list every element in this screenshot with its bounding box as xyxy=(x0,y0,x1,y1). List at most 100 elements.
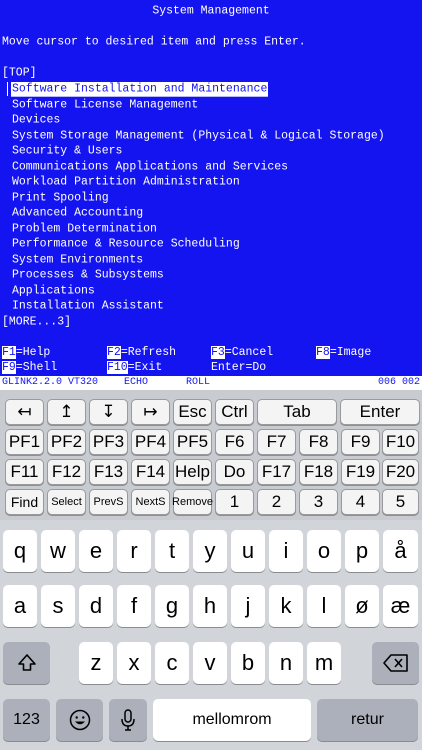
arrow-up-key[interactable]: ↥ xyxy=(47,399,86,425)
tab-key[interactable]: Tab xyxy=(257,399,337,425)
enter-key[interactable]: Enter xyxy=(340,399,420,425)
key-k[interactable]: k xyxy=(269,585,303,627)
arrow-left-key[interactable]: ↤ xyxy=(5,399,44,425)
key-l[interactable]: l xyxy=(307,585,341,627)
key-o-slash[interactable]: ø xyxy=(345,585,379,627)
digit-2-key[interactable]: 2 xyxy=(257,489,296,515)
key-q[interactable]: q xyxy=(3,530,37,572)
menu-item-processes-subsystems[interactable]: Processes & Subsystems xyxy=(12,268,164,283)
return-key[interactable]: retur xyxy=(317,699,418,741)
digit-1-key[interactable]: 1 xyxy=(215,489,254,515)
key-z[interactable]: z xyxy=(79,642,113,684)
menu-item-print-spooling[interactable]: Print Spooling xyxy=(12,191,109,206)
key-v[interactable]: v xyxy=(193,642,227,684)
backspace-key[interactable] xyxy=(372,642,419,684)
key-o[interactable]: o xyxy=(307,530,341,572)
key-c[interactable]: c xyxy=(155,642,189,684)
fkey-shell[interactable]: F9=Shell xyxy=(2,361,57,375)
f9-key[interactable]: F9 xyxy=(341,429,380,455)
key-u[interactable]: u xyxy=(231,530,265,572)
fkey-exit[interactable]: F10=Exit xyxy=(107,361,162,375)
do-key[interactable]: Do xyxy=(215,459,254,485)
key-h[interactable]: h xyxy=(193,585,227,627)
pf3-key[interactable]: PF3 xyxy=(89,429,128,455)
f17-key[interactable]: F17 xyxy=(257,459,296,485)
key-m[interactable]: m xyxy=(307,642,341,684)
arrow-right-key[interactable]: ↦ xyxy=(131,399,170,425)
f12-key[interactable]: F12 xyxy=(47,459,86,485)
pf4-key[interactable]: PF4 xyxy=(131,429,170,455)
key-a-ring[interactable]: å xyxy=(383,530,418,572)
space-key[interactable]: mellomrom xyxy=(153,699,311,741)
next-screen-key[interactable]: NextS xyxy=(131,489,170,515)
key-e[interactable]: e xyxy=(79,530,113,572)
f13-key[interactable]: F13 xyxy=(89,459,128,485)
f11-key[interactable]: F11 xyxy=(5,459,44,485)
f14-key[interactable]: F14 xyxy=(131,459,170,485)
key-ae[interactable]: æ xyxy=(383,585,418,627)
f8-key[interactable]: F8 xyxy=(299,429,338,455)
emoji-key[interactable] xyxy=(56,699,103,741)
key-f[interactable]: f xyxy=(117,585,151,627)
f10-key[interactable]: F10 xyxy=(382,429,419,455)
digit-3-key[interactable]: 3 xyxy=(299,489,338,515)
ctrl-key[interactable]: Ctrl xyxy=(215,399,254,425)
remove-key[interactable]: Remove xyxy=(172,489,213,515)
terminal-screen[interactable]: System Management Move cursor to desired… xyxy=(0,0,422,376)
fkey-enter-do[interactable]: Enter=Do xyxy=(211,361,266,375)
pf5-key[interactable]: PF5 xyxy=(173,429,212,455)
fkey-label: =Exit xyxy=(127,361,163,374)
key-n[interactable]: n xyxy=(269,642,303,684)
f18-key[interactable]: F18 xyxy=(299,459,338,485)
menu-item-communications[interactable]: Communications Applications and Services xyxy=(12,160,288,175)
key-i[interactable]: i xyxy=(269,530,303,572)
digit-4-key[interactable]: 4 xyxy=(341,489,380,515)
key-y[interactable]: y xyxy=(193,530,227,572)
menu-item-applications[interactable]: Applications xyxy=(12,284,95,299)
menu-item-devices[interactable]: Devices xyxy=(12,113,60,128)
pf2-key[interactable]: PF2 xyxy=(47,429,86,455)
key-r[interactable]: r xyxy=(117,530,151,572)
find-key[interactable]: Find xyxy=(5,489,44,515)
f20-key[interactable]: F20 xyxy=(382,459,419,485)
f7-key[interactable]: F7 xyxy=(257,429,296,455)
key-d[interactable]: d xyxy=(79,585,113,627)
key-g[interactable]: g xyxy=(155,585,189,627)
menu-item-performance-scheduling[interactable]: Performance & Resource Scheduling xyxy=(12,237,240,252)
key-b[interactable]: b xyxy=(231,642,265,684)
digit-5-key[interactable]: 5 xyxy=(382,489,419,515)
fkey-number: F1 xyxy=(2,346,16,359)
key-j[interactable]: j xyxy=(231,585,265,627)
menu-item-security-users[interactable]: Security & Users xyxy=(12,144,122,159)
fkey-cancel[interactable]: F3=Cancel xyxy=(211,346,273,360)
numbers-key[interactable]: 123 xyxy=(3,699,50,741)
menu-item-installation-assistant[interactable]: Installation Assistant xyxy=(12,299,164,314)
fkey-image[interactable]: F8=Image xyxy=(316,346,371,360)
help-key[interactable]: Help xyxy=(173,459,212,485)
menu-item-problem-determination[interactable]: Problem Determination xyxy=(12,222,157,237)
menu-item-advanced-accounting[interactable]: Advanced Accounting xyxy=(12,206,143,221)
select-key[interactable]: Select xyxy=(47,489,86,515)
f19-key[interactable]: F19 xyxy=(341,459,380,485)
prev-screen-key[interactable]: PrevS xyxy=(89,489,128,515)
menu-item-software-installation[interactable]: Software Installation and Maintenance xyxy=(11,82,269,97)
esc-key[interactable]: Esc xyxy=(173,399,212,425)
pf1-key[interactable]: PF1 xyxy=(5,429,44,455)
fkey-help[interactable]: F1=Help xyxy=(2,346,50,360)
fkey-label: =Refresh xyxy=(120,346,177,359)
f6-key[interactable]: F6 xyxy=(215,429,254,455)
key-p[interactable]: p xyxy=(345,530,379,572)
menu-item-system-environments[interactable]: System Environments xyxy=(12,253,143,268)
menu-item-software-license[interactable]: Software License Management xyxy=(12,98,198,113)
menu-item-workload-partition[interactable]: Workload Partition Administration xyxy=(12,175,240,190)
key-s[interactable]: s xyxy=(41,585,75,627)
shift-key[interactable] xyxy=(3,642,50,684)
key-a[interactable]: a xyxy=(3,585,37,627)
key-t[interactable]: t xyxy=(155,530,189,572)
dictation-key[interactable] xyxy=(109,699,147,741)
key-x[interactable]: x xyxy=(117,642,151,684)
arrow-down-key[interactable]: ↧ xyxy=(89,399,128,425)
key-w[interactable]: w xyxy=(41,530,75,572)
menu-item-system-storage[interactable]: System Storage Management (Physical & Lo… xyxy=(12,129,385,144)
fkey-refresh[interactable]: F2=Refresh xyxy=(107,346,176,360)
